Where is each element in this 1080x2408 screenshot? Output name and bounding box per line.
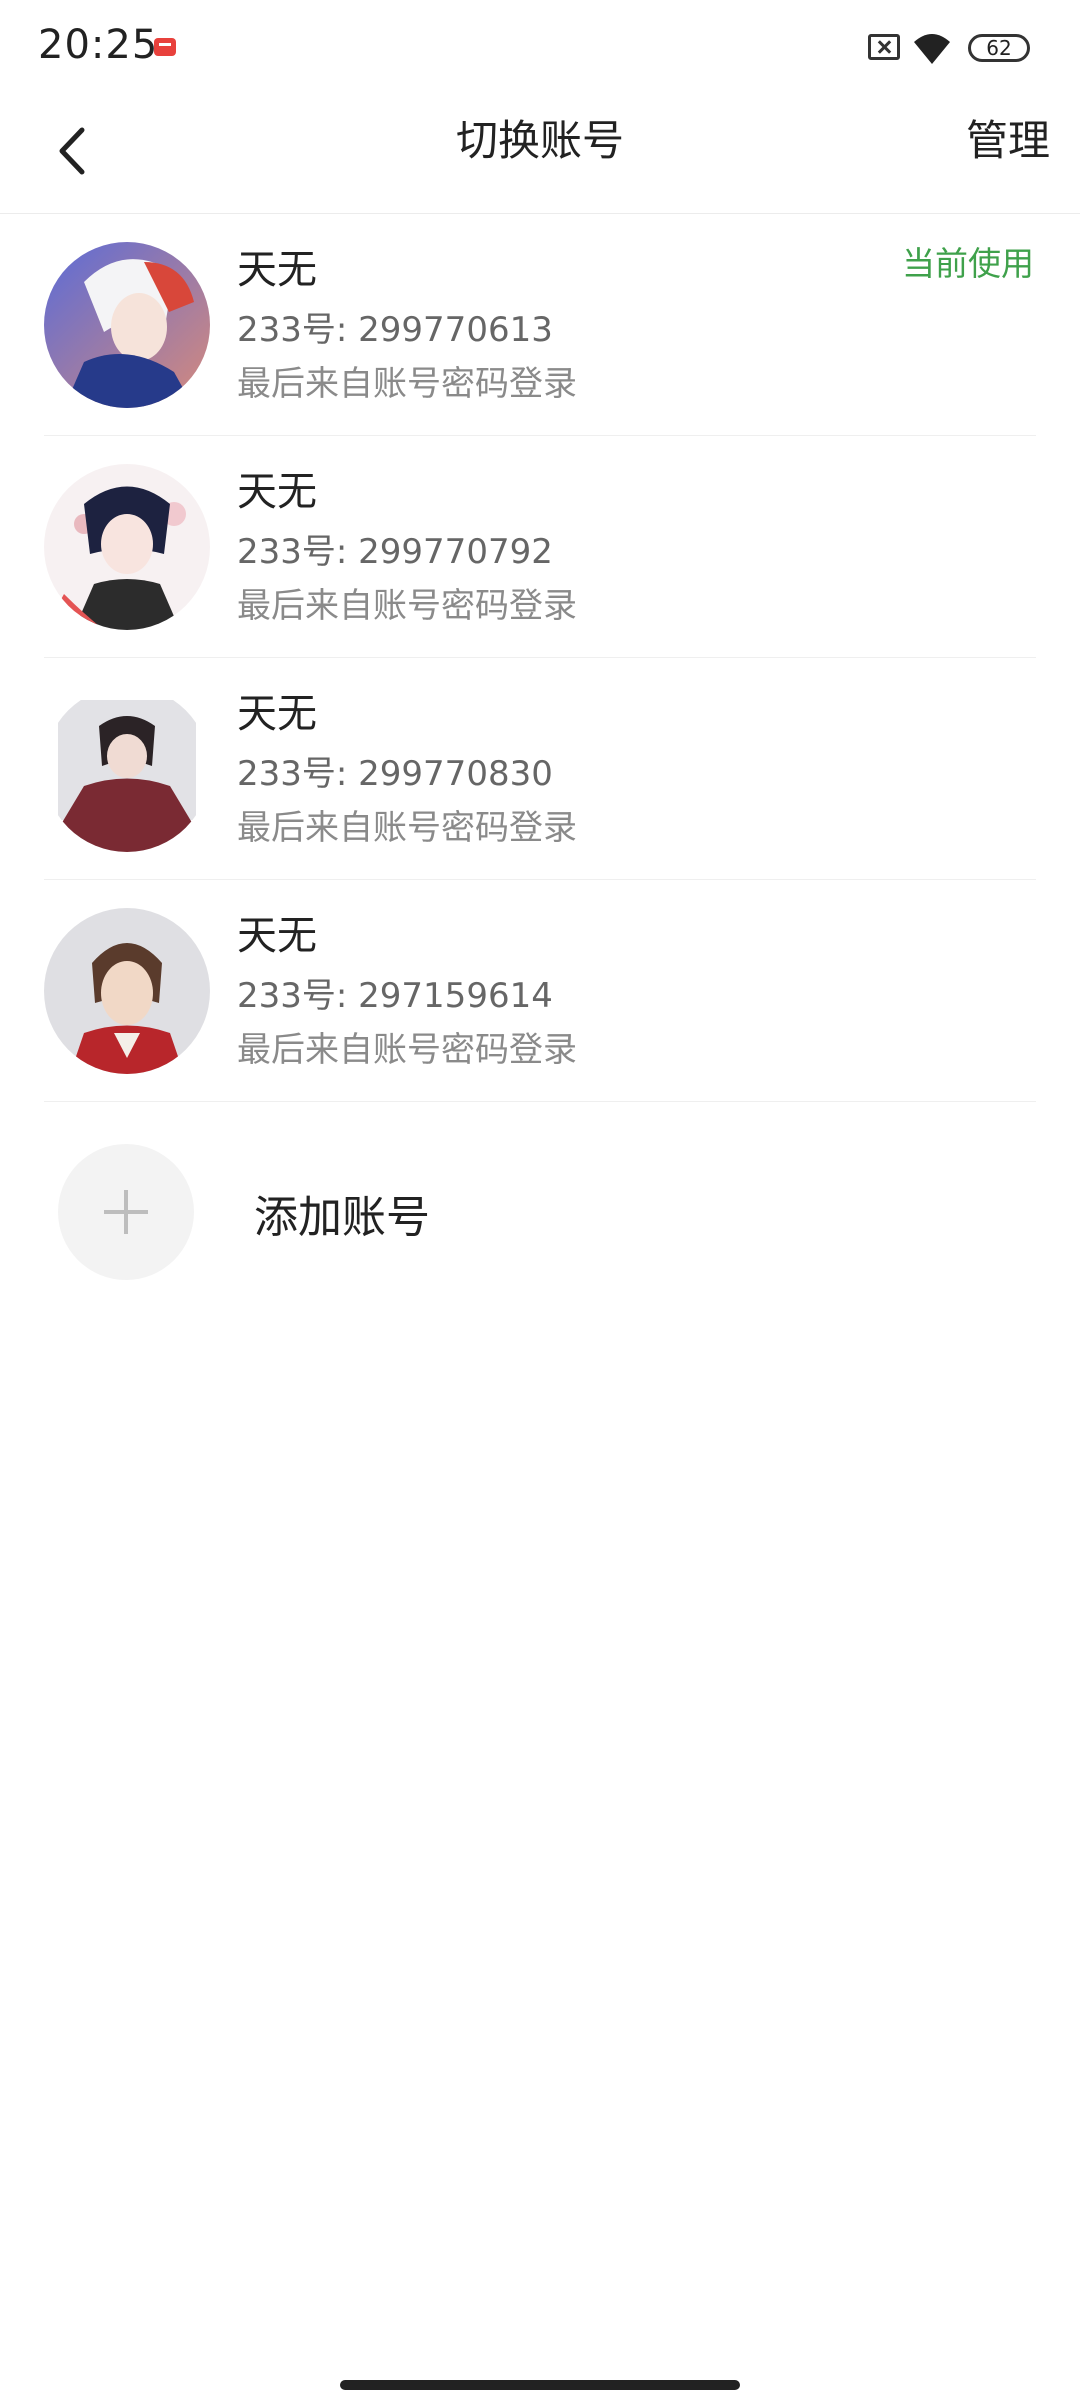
sim-off-icon bbox=[868, 34, 900, 60]
account-login-method: 最后来自账号密码登录 bbox=[237, 1030, 577, 1070]
battery-level: 62 bbox=[986, 36, 1012, 60]
avatar bbox=[44, 464, 210, 630]
manage-button[interactable]: 管理 bbox=[966, 116, 1050, 166]
account-id: 233号: 297159614 bbox=[237, 976, 553, 1016]
account-id: 233号: 299770792 bbox=[237, 532, 553, 572]
account-row[interactable]: 天无 233号: 299770830 最后来自账号密码登录 bbox=[0, 658, 1080, 880]
account-row[interactable]: 天无 233号: 299770792 最后来自账号密码登录 bbox=[0, 436, 1080, 658]
home-indicator[interactable] bbox=[340, 2380, 740, 2390]
account-name: 天无 bbox=[237, 691, 317, 737]
account-login-method: 最后来自账号密码登录 bbox=[237, 808, 577, 848]
account-name: 天无 bbox=[237, 469, 317, 515]
add-account-label: 添加账号 bbox=[254, 1192, 430, 1243]
account-login-method: 最后来自账号密码登录 bbox=[237, 364, 577, 404]
current-account-badge: 当前使用 bbox=[902, 244, 1034, 283]
battery-icon: 62 bbox=[968, 34, 1030, 62]
account-row[interactable]: 天无 233号: 299770613 最后来自账号密码登录 当前使用 bbox=[0, 214, 1080, 436]
account-list: 天无 233号: 299770613 最后来自账号密码登录 当前使用 天无 23… bbox=[0, 214, 1080, 1102]
app-header: 切换账号 管理 bbox=[0, 96, 1080, 214]
account-name: 天无 bbox=[237, 247, 317, 293]
account-login-method: 最后来自账号密码登录 bbox=[237, 586, 577, 626]
wifi-icon bbox=[912, 30, 952, 66]
page-title: 切换账号 bbox=[455, 116, 624, 165]
add-account-button[interactable]: 添加账号 bbox=[0, 1102, 1080, 1282]
status-bar: 20:25 62 bbox=[0, 0, 1080, 96]
app-notification-icon bbox=[154, 38, 176, 56]
account-id: 233号: 299770830 bbox=[237, 754, 553, 794]
avatar bbox=[44, 686, 210, 852]
status-time: 20:25 bbox=[38, 22, 159, 68]
avatar bbox=[44, 908, 210, 1074]
screen: 20:25 62 切换账号 管理 天无 233号: 299770613 最后来自… bbox=[0, 0, 1080, 2408]
account-row[interactable]: 天无 233号: 297159614 最后来自账号密码登录 bbox=[0, 880, 1080, 1102]
account-id: 233号: 299770613 bbox=[237, 310, 553, 350]
plus-icon bbox=[58, 1144, 194, 1280]
account-name: 天无 bbox=[237, 913, 317, 959]
avatar bbox=[44, 242, 210, 408]
